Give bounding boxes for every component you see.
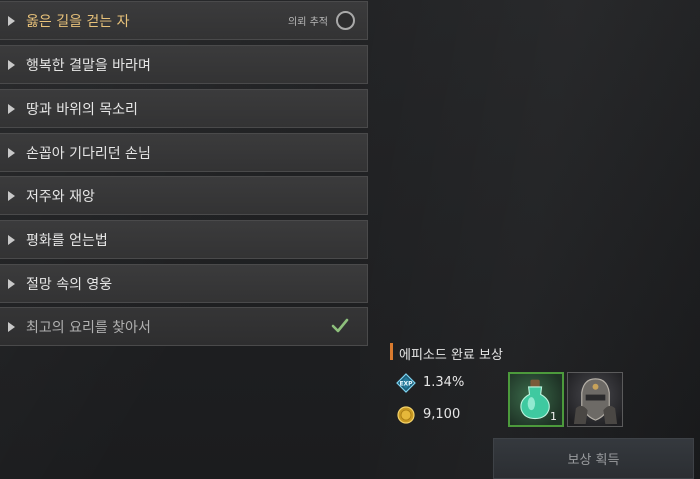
item-quantity: 1: [550, 410, 557, 423]
track-toggle[interactable]: [336, 11, 355, 30]
quest-row-2[interactable]: 행복한 결말을 바라며: [0, 45, 368, 84]
quest-row-6[interactable]: 평화를 얻는법: [0, 220, 368, 259]
quest-row-7[interactable]: 절망 속의 영웅: [0, 264, 368, 303]
exp-icon: EXP: [396, 373, 416, 393]
quest-title: 손꼽아 기다리던 손님: [26, 145, 151, 162]
expand-arrow-icon: [8, 278, 15, 289]
quest-title: 행복한 결말을 바라며: [26, 57, 151, 74]
reward-title-accent: [390, 343, 393, 360]
quest-row-3[interactable]: 땅과 바위의 목소리: [0, 89, 368, 128]
expand-arrow-icon: [8, 103, 15, 114]
quest-title: 평화를 얻는법: [26, 232, 108, 249]
quest-title: 최고의 요리를 찾아서: [26, 319, 151, 336]
quest-row-1[interactable]: 옳은 길을 걷는 자 의뢰 추적: [0, 1, 368, 40]
gold-value: 9,100: [423, 407, 461, 422]
claim-reward-button[interactable]: 보상 획득: [493, 438, 694, 479]
quest-title: 땅과 바위의 목소리: [26, 101, 138, 118]
expand-arrow-icon: [8, 234, 15, 245]
quest-title: 절망 속의 영웅: [26, 276, 113, 293]
reward-item-armor[interactable]: [567, 372, 623, 427]
quest-title: 옳은 길을 걷는 자: [26, 13, 130, 30]
expand-arrow-icon: [8, 190, 15, 201]
expand-arrow-icon: [8, 15, 15, 26]
reward-title: 에피소드 완료 보상: [399, 348, 503, 363]
check-icon: [331, 318, 349, 333]
gold-coin-icon: [397, 406, 415, 424]
quest-title: 저주와 재앙: [26, 188, 95, 205]
track-label: 의뢰 추적: [288, 17, 328, 28]
quest-row-8[interactable]: 최고의 요리를 찾아서: [0, 307, 368, 346]
reward-item-potion[interactable]: 1: [508, 372, 564, 427]
expand-arrow-icon: [8, 147, 15, 158]
expand-arrow-icon: [8, 59, 15, 70]
quest-row-4[interactable]: 손꼽아 기다리던 손님: [0, 133, 368, 172]
exp-value: 1.34%: [423, 375, 465, 390]
expand-arrow-icon: [8, 321, 15, 332]
quest-row-5[interactable]: 저주와 재앙: [0, 176, 368, 215]
armor-icon: [573, 378, 618, 425]
track-toggle-group: 의뢰 추적: [288, 11, 355, 30]
svg-text:EXP: EXP: [399, 381, 413, 388]
